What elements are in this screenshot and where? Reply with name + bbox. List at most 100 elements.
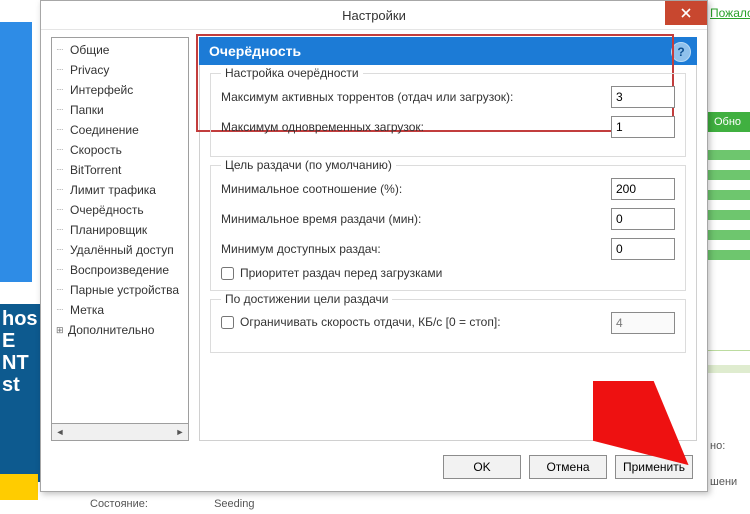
tree-item-1[interactable]: ····Privacy: [54, 60, 188, 80]
tree-item-3[interactable]: ····Папки: [54, 100, 188, 120]
tree-item-2[interactable]: ····Интерфейс: [54, 80, 188, 100]
panel-title: Очерёдность: [209, 43, 301, 59]
tree-item-13[interactable]: ····Метка: [54, 300, 188, 320]
tree-item-label: BitTorrent: [70, 161, 121, 179]
bg-update-button[interactable]: Обно: [705, 112, 750, 132]
tree-node-icon: ····: [56, 201, 70, 219]
max-active-label: Максимум активных торрентов (отдач или з…: [221, 90, 611, 104]
scroll-left-icon[interactable]: ◄: [52, 425, 68, 439]
goal-reached-group: По достижении цели раздачи Ограничивать …: [210, 299, 686, 353]
apply-button[interactable]: Применить: [615, 455, 693, 479]
tree-node-icon: ····: [56, 241, 70, 259]
limit-upload-check-row[interactable]: Ограничивать скорость отдачи, КБ/с [0 = …: [221, 315, 611, 329]
cancel-button[interactable]: Отмена: [529, 455, 607, 479]
tree-item-label: Общие: [70, 41, 109, 59]
tree-item-8[interactable]: ····Очерёдность: [54, 200, 188, 220]
tree-item-label: Парные устройства: [70, 281, 179, 299]
close-icon: [681, 8, 691, 18]
tree-item-0[interactable]: ····Общие: [54, 40, 188, 60]
tree-item-label: Воспроизведение: [70, 261, 169, 279]
queue-settings-group: Настройка очерёдности Максимум активных …: [210, 73, 686, 157]
min-seeds-input[interactable]: [611, 238, 675, 260]
bg-progress-bar: [705, 210, 750, 220]
tree-hscrollbar[interactable]: ◄ ►: [51, 424, 189, 441]
max-downloads-label: Максимум одновременных загрузок:: [221, 120, 611, 134]
priority-checkbox[interactable]: [221, 267, 234, 280]
tree-item-label: Интерфейс: [70, 81, 133, 99]
tree-item-label: Очерёдность: [70, 201, 144, 219]
group-legend: Цель раздачи (по умолчанию): [221, 158, 396, 172]
bg-progress-bar: [705, 150, 750, 160]
tree-node-icon: ····: [56, 61, 70, 79]
group-legend: По достижении цели раздачи: [221, 292, 392, 306]
tree-node-icon: ····: [56, 101, 70, 119]
settings-panel: Очерёдность ? Настройка очерёдности Макс…: [199, 37, 697, 441]
bg-blue-strip: [0, 22, 32, 282]
titlebar[interactable]: Настройки: [41, 1, 707, 30]
tree-node-icon: ····: [56, 281, 70, 299]
tree-item-9[interactable]: ····Планировщик: [54, 220, 188, 240]
dialog-buttons: OK Отмена Применить: [443, 455, 693, 479]
bg-row: [705, 365, 750, 373]
bg-progress-bar: [705, 230, 750, 240]
bg-ad-yellow: [0, 474, 38, 500]
tree-item-label: Дополнительно: [68, 321, 154, 339]
min-ratio-input[interactable]: [611, 178, 675, 200]
tree-item-10[interactable]: ····Удалённый доступ: [54, 240, 188, 260]
settings-dialog: Настройки ····Общие····Privacy····Интерф…: [40, 0, 708, 492]
group-legend: Настройка очерёдности: [221, 66, 363, 80]
tree-node-icon: ····: [56, 161, 70, 179]
tree-item-12[interactable]: ····Парные устройства: [54, 280, 188, 300]
bg-ad-block: hos E NT st: [0, 304, 42, 482]
tree-node-icon: ····: [56, 261, 70, 279]
tree-item-label: Privacy: [70, 61, 109, 79]
bg-progress-bar: [705, 170, 750, 180]
bg-top-link[interactable]: Пожало: [710, 6, 750, 20]
close-button[interactable]: [665, 1, 707, 25]
bg-info-text: шени: [710, 476, 737, 488]
tree-item-4[interactable]: ····Соединение: [54, 120, 188, 140]
tree-node-icon: ····: [56, 181, 70, 199]
tree-node-icon: ····: [56, 81, 70, 99]
tree-item-6[interactable]: ····BitTorrent: [54, 160, 188, 180]
bg-status-label: Состояние:: [90, 498, 148, 510]
max-active-input[interactable]: [611, 86, 675, 108]
category-tree[interactable]: ····Общие····Privacy····Интерфейс····Пап…: [51, 37, 189, 424]
bg-progress-bar: [705, 190, 750, 200]
min-seedtime-input[interactable]: [611, 208, 675, 230]
min-seedtime-label: Минимальное время раздачи (мин):: [221, 212, 611, 226]
tree-item-label: Планировщик: [70, 221, 147, 239]
min-ratio-label: Минимальное соотношение (%):: [221, 182, 611, 196]
tree-node-icon: ····: [56, 141, 70, 159]
tree-item-5[interactable]: ····Скорость: [54, 140, 188, 160]
tree-node-icon: ····: [56, 301, 70, 319]
bg-status-row: Состояние: Seeding: [90, 498, 254, 510]
help-button[interactable]: ?: [671, 42, 691, 62]
tree-node-icon: ····: [56, 41, 70, 59]
tree-item-7[interactable]: ····Лимит трафика: [54, 180, 188, 200]
tree-item-label: Соединение: [70, 121, 139, 139]
tree-node-icon: ····: [56, 121, 70, 139]
bg-status-value: Seeding: [214, 498, 254, 510]
bg-progress-bar: [705, 250, 750, 260]
tree-item-14[interactable]: Дополнительно: [54, 320, 188, 340]
limit-upload-input: [611, 312, 675, 334]
tree-node-icon: ····: [56, 221, 70, 239]
min-seeds-label: Минимум доступных раздач:: [221, 242, 611, 256]
ok-button[interactable]: OK: [443, 455, 521, 479]
panel-header: Очерёдность ?: [199, 37, 697, 65]
seeding-goal-group: Цель раздачи (по умолчанию) Минимальное …: [210, 165, 686, 291]
priority-check-row[interactable]: Приоритет раздач перед загрузками: [221, 266, 675, 280]
max-downloads-input[interactable]: [611, 116, 675, 138]
limit-upload-label: Ограничивать скорость отдачи, КБ/с [0 = …: [240, 315, 611, 329]
tree-item-label: Удалённый доступ: [70, 241, 174, 259]
tree-item-label: Папки: [70, 101, 104, 119]
tree-item-label: Лимит трафика: [70, 181, 156, 199]
bg-divider: [705, 350, 750, 351]
scroll-right-icon[interactable]: ►: [172, 425, 188, 439]
priority-check-label: Приоритет раздач перед загрузками: [240, 266, 442, 280]
limit-upload-checkbox[interactable]: [221, 316, 234, 329]
category-tree-wrap: ····Общие····Privacy····Интерфейс····Пап…: [51, 37, 189, 441]
tree-item-label: Метка: [70, 301, 104, 319]
tree-item-11[interactable]: ····Воспроизведение: [54, 260, 188, 280]
